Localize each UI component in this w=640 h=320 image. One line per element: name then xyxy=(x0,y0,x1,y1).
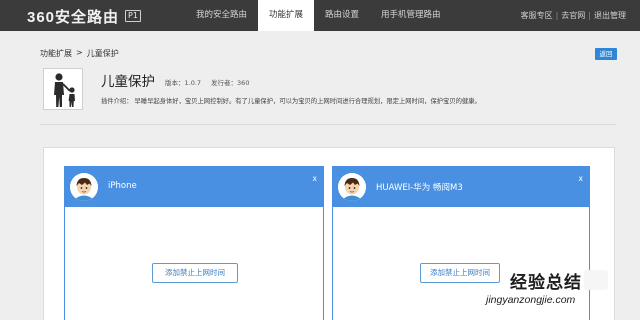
watermark-url: jingyanzongjie.com xyxy=(486,294,576,306)
child-avatar-icon xyxy=(338,173,366,201)
official-site-link[interactable]: 去官网 xyxy=(561,0,585,31)
link-separator: | xyxy=(555,11,559,20)
close-icon[interactable]: x xyxy=(313,174,317,183)
device-card: iPhone x 添加禁止上网时间 xyxy=(64,166,324,320)
support-link[interactable]: 客服专区 xyxy=(521,0,553,31)
header-links: 客服专区 | 去官网 | 退出管理 xyxy=(521,0,626,31)
tab-extensions[interactable]: 功能扩展 xyxy=(258,0,315,31)
device-name: iPhone xyxy=(108,181,137,191)
app-meta: 版本：1.0.7 发行者：360 xyxy=(165,77,249,87)
app-publisher: 发行者：360 xyxy=(211,79,250,87)
logout-link[interactable]: 退出管理 xyxy=(594,0,626,31)
back-button[interactable]: 返回 xyxy=(595,48,617,60)
model-badge: P1 xyxy=(125,10,141,22)
divider xyxy=(40,124,616,125)
top-navigation-bar: 360安全路由 P1 我的安全路由 功能扩展 路由设置 用手机管理路由 客服专区… xyxy=(0,0,640,31)
watermark-title: 经验总结 xyxy=(510,273,582,293)
add-block-time-button[interactable]: 添加禁止上网时间 xyxy=(152,263,238,283)
tab-my-router[interactable]: 我的安全路由 xyxy=(185,0,258,31)
device-card-header: iPhone x xyxy=(65,167,323,207)
tab-router-settings[interactable]: 路由设置 xyxy=(314,0,370,31)
device-card-header: HUAWEI-华为 畅阅M3 x xyxy=(333,167,589,207)
breadcrumb: 功能扩展 > 儿童保护 xyxy=(40,48,119,59)
tab-mobile-management[interactable]: 用手机管理路由 xyxy=(370,0,452,31)
breadcrumb-separator: > xyxy=(76,48,83,57)
logo-text: 360安全路由 xyxy=(27,8,120,26)
device-name: HUAWEI-华为 畅阅M3 xyxy=(376,183,463,193)
breadcrumb-current: 儿童保护 xyxy=(86,49,119,58)
watermark-badge xyxy=(584,270,608,290)
app-title: 儿童保护 xyxy=(101,74,155,90)
site-watermark: 经验总结 jingyanzongjie.com xyxy=(484,262,634,316)
child-avatar-icon xyxy=(70,173,98,201)
breadcrumb-parent[interactable]: 功能扩展 xyxy=(40,48,72,59)
main-nav: 我的安全路由 功能扩展 路由设置 用手机管理路由 xyxy=(185,0,452,31)
close-icon[interactable]: x xyxy=(579,174,583,183)
app-description: 插件介绍： 早睡早起身体好，宝贝上网控制好。有了儿童保护，可以为宝贝的上网时间进… xyxy=(101,98,481,105)
router-logo[interactable]: 360安全路由 P1 xyxy=(27,6,141,26)
link-separator: | xyxy=(588,11,591,20)
app-version: 版本：1.0.7 xyxy=(165,79,202,87)
child-protection-icon xyxy=(43,68,83,110)
